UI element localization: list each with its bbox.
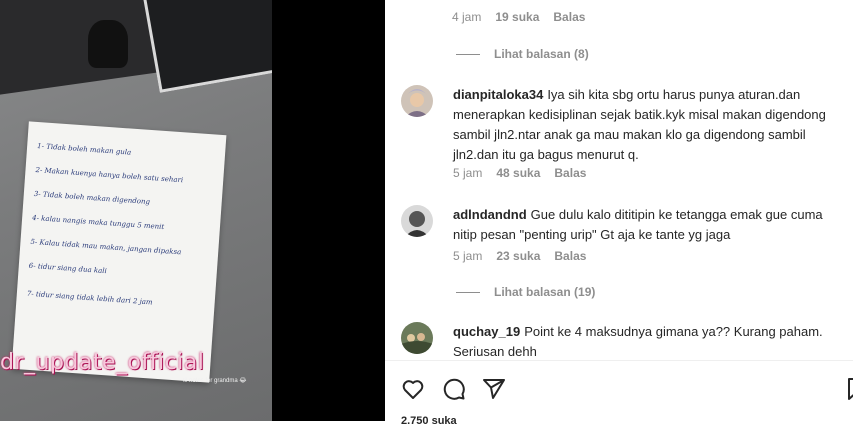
comment-item: quchay_19 Point ke 4 maksudnya gimana ya?… xyxy=(401,322,841,362)
avatar[interactable] xyxy=(401,85,433,117)
comment-meta: 5 jam 48 suka Balas xyxy=(453,166,586,180)
comment-likes[interactable]: 23 suka xyxy=(496,249,540,263)
comment-time: 4 jam xyxy=(452,10,482,24)
comments-panel: 4 jam 19 suka Balas Lihat balasan (8) di… xyxy=(385,0,853,427)
comment-item: adlndandnd Gue dulu kalo dititipin ke tet… xyxy=(401,205,841,275)
tassel xyxy=(88,20,128,68)
avatar[interactable] xyxy=(401,205,433,237)
media-caption: til notes for grandma 😂 xyxy=(183,378,247,384)
reply-button[interactable]: Balas xyxy=(553,10,585,24)
note-line: 4- kalau nangis maka tunggu 5 menit xyxy=(31,213,165,232)
comment-likes[interactable]: 19 suka xyxy=(495,10,539,24)
note-line: 5- Kalau tidak mau makan, jangan dipaksa xyxy=(30,237,182,257)
comment-body: adlndandnd Gue dulu kalo dititipin ke tet… xyxy=(453,205,848,245)
reply-button[interactable]: Balas xyxy=(554,166,586,180)
bookmark-icon[interactable] xyxy=(845,377,853,401)
note-line: 7- tidur siang tidak lebih dari 2 jam xyxy=(26,289,153,307)
view-replies-button[interactable]: Lihat balasan (19) xyxy=(456,285,595,299)
handwritten-note: 1- Tidak boleh makan gula 2- Makan kueny… xyxy=(11,121,227,383)
watermark-text: dr_update_official xyxy=(0,350,205,375)
comment-item: dianpitaloka34 Iya sih kita sbg ortu haru… xyxy=(401,85,841,180)
note-line: 3- Tidak boleh makan digendong xyxy=(33,189,151,207)
view-replies-button[interactable]: Lihat balasan (8) xyxy=(456,47,589,61)
media-letterbox xyxy=(272,0,385,421)
comment-username[interactable]: dianpitaloka34 xyxy=(453,87,543,102)
top-edge xyxy=(385,0,853,2)
replies-line xyxy=(456,53,480,55)
comment-body: dianpitaloka34 Iya sih kita sbg ortu haru… xyxy=(453,85,848,165)
comment-time: 5 jam xyxy=(453,249,483,263)
likes-count[interactable]: 2.750 suka xyxy=(401,415,457,427)
view-replies-label: Lihat balasan (19) xyxy=(494,285,596,299)
note-line: 2- Makan kuenya hanya boleh satu sehari xyxy=(35,165,184,185)
avatar[interactable] xyxy=(401,322,433,354)
comment-meta: 5 jam 23 suka Balas xyxy=(453,249,586,263)
note-line: 1- Tidak boleh makan gula xyxy=(36,142,132,157)
note-line: 6- tidur siang dua kali xyxy=(28,261,108,276)
view-replies-label: Lihat balasan (8) xyxy=(494,47,589,61)
comment-username[interactable]: quchay_19 xyxy=(453,324,520,339)
comment-body: quchay_19 Point ke 4 maksudnya gimana ya?… xyxy=(453,322,848,362)
heart-icon[interactable] xyxy=(401,377,425,401)
comment-meta: 4 jam 19 suka Balas xyxy=(452,10,585,24)
comment-username[interactable]: adlndandnd xyxy=(453,207,527,222)
comment-likes[interactable]: 48 suka xyxy=(496,166,540,180)
share-icon[interactable] xyxy=(482,377,506,401)
comment-time: 5 jam xyxy=(453,166,483,180)
reply-button[interactable]: Balas xyxy=(554,249,586,263)
post-media[interactable]: 1- Tidak boleh makan gula 2- Makan kueny… xyxy=(0,0,272,421)
post-actions: 2.750 suka xyxy=(385,360,853,427)
comment-icon[interactable] xyxy=(442,377,466,401)
replies-line xyxy=(456,291,480,293)
